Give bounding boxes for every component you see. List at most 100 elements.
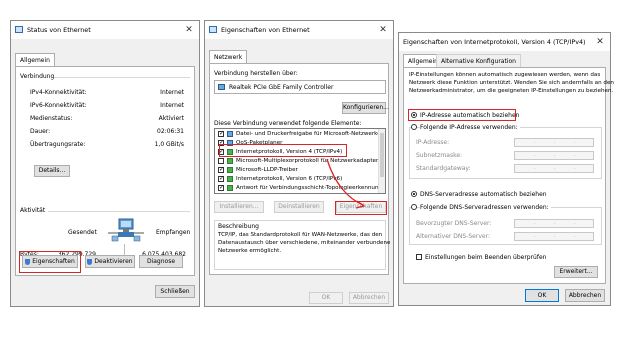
tab-strip: Netzwerk	[205, 50, 393, 64]
sent-label: Gesendet	[68, 229, 97, 236]
adapter-name: Realtek PCIe GbE Family Controller	[229, 84, 334, 91]
adapter-icon	[218, 84, 225, 90]
close-icon[interactable]: ✕	[594, 36, 606, 48]
ip-address-input[interactable]: ...	[514, 138, 594, 147]
ipv4-value: Internet	[160, 89, 184, 96]
close-button[interactable]: Schließen	[155, 285, 195, 298]
scrollbar[interactable]	[378, 129, 385, 193]
subnet-input[interactable]: ...	[514, 151, 594, 160]
checkbox[interactable]: ✓	[218, 176, 224, 182]
ipv6-label: IPv6-Konnektivität:	[30, 102, 87, 109]
advanced-button[interactable]: Erweitert...	[554, 266, 598, 278]
highlight-box	[335, 201, 387, 215]
ethernet-properties-window: Eigenschaften von Ethernet ✕ Netzwerk Ve…	[204, 20, 394, 307]
protocol-icon	[227, 158, 233, 164]
general-panel: IP-Einstellungen können automatisch zuge…	[403, 67, 614, 284]
tab-network[interactable]: Netzwerk	[209, 50, 248, 64]
disable-button[interactable]: Deaktivieren	[85, 255, 135, 268]
window-title: Eigenschaften von Internetprotokoll, Ver…	[403, 38, 586, 46]
description-line: Datenaustausch über verschiedene, mitein…	[218, 240, 391, 246]
title-bar: Eigenschaften von Ethernet ✕	[205, 21, 393, 39]
duration-label: Dauer:	[30, 128, 51, 135]
subnet-label: Subnetzmaske:	[416, 152, 463, 159]
media-label: Medienstatus:	[30, 115, 73, 122]
network-activity-icon	[108, 218, 144, 242]
intro-line: IP-Einstellungen können automatisch zuge…	[409, 72, 601, 78]
gateway-input[interactable]: ...	[514, 164, 594, 173]
ipv4-label: IPv4-Konnektivität:	[30, 89, 87, 96]
tab-general[interactable]: Allgemein	[15, 53, 55, 67]
divider	[54, 77, 190, 78]
network-icon	[15, 26, 23, 33]
description-group: Beschreibung TCP/IP, das Standardprotoko…	[214, 220, 390, 270]
ok-button[interactable]: OK	[309, 292, 343, 304]
ok-button[interactable]: OK	[525, 289, 559, 302]
title-bar: Eigenschaften von Internetprotokoll, Ver…	[399, 33, 610, 51]
uninstall-button[interactable]: Deinstallieren	[274, 201, 324, 213]
network-icon	[227, 131, 233, 137]
configure-button[interactable]: Konfigurieren...	[342, 102, 389, 114]
received-label: Empfangen	[156, 229, 191, 236]
items-label: Diese Verbindung verwendet folgende Elem…	[214, 120, 362, 127]
tab-strip: Allgemein	[11, 53, 199, 67]
window-title: Eigenschaften von Ethernet	[221, 26, 310, 34]
tab-strip: Allgemein Alternative Konfiguration	[399, 54, 610, 68]
connect-using-label: Verbindung herstellen über:	[214, 70, 298, 77]
protocol-icon	[227, 176, 233, 182]
ethernet-status-window: Status von Ethernet ✕ Allgemein Verbindu…	[10, 20, 200, 307]
details-button[interactable]: Details...	[34, 165, 70, 177]
manual-dns-radio[interactable]	[411, 204, 417, 210]
auto-dns-label: DNS-Serveradresse automatisch beziehen	[420, 191, 547, 198]
manual-ip-radio[interactable]	[411, 124, 417, 130]
close-icon[interactable]: ✕	[183, 24, 195, 36]
intro-line: Netzwerk diese Funktion unterstützt. Wen…	[409, 80, 614, 86]
duration-value: 02:06:31	[157, 128, 184, 135]
intro-line: Netzwerkadministrator, um die geeigneten…	[409, 88, 614, 94]
install-button[interactable]: Installieren...	[214, 201, 264, 213]
cancel-button[interactable]: Abbrechen	[565, 289, 605, 302]
adapter-box: Realtek PCIe GbE Family Controller	[214, 80, 386, 94]
connection-heading: Verbindung	[20, 73, 55, 80]
auto-dns-radio[interactable]	[411, 191, 417, 197]
dns-preferred-input[interactable]: ...	[514, 219, 594, 228]
network-icon	[209, 26, 217, 33]
validate-checkbox[interactable]	[416, 254, 422, 260]
tab-alternative[interactable]: Alternative Konfiguration	[436, 54, 521, 67]
dns-alternate-input[interactable]: ...	[514, 232, 594, 241]
manual-dns-label: Folgende DNS-Serveradressen verwenden:	[420, 204, 551, 211]
auto-ip-radio[interactable]	[411, 112, 417, 118]
gateway-label: Standardgateway:	[416, 165, 471, 172]
ipv4-properties-window: Eigenschaften von Internetprotokoll, Ver…	[398, 32, 614, 306]
general-panel: Verbindung IPv4-Konnektivität: Internet …	[15, 66, 195, 276]
checkbox[interactable]: ✓	[218, 167, 224, 173]
description-heading: Beschreibung	[218, 223, 259, 230]
cancel-button[interactable]: Abbrechen	[349, 292, 389, 304]
divider	[48, 211, 190, 212]
shield-icon	[87, 258, 93, 265]
activity-heading: Aktivität	[20, 207, 46, 214]
properties-button[interactable]: Eigenschaften	[22, 255, 78, 268]
validate-label: Einstellungen beim Beenden überprüfen	[425, 254, 547, 261]
speed-value: 1,0 GBit/s	[154, 141, 184, 148]
checkbox[interactable]	[218, 158, 224, 164]
protocol-icon	[227, 185, 233, 191]
auto-ip-label: IP-Adresse automatisch beziehen	[420, 112, 520, 119]
protocol-icon	[227, 167, 233, 173]
scrollbar-thumb[interactable]	[380, 133, 384, 177]
properties-button-label: Eigenschaften	[32, 258, 75, 265]
list-item-label: Datei- und Druckerfreigabe für Microsoft…	[236, 131, 381, 137]
ip-address-label: IP-Adresse:	[416, 139, 450, 146]
checkbox[interactable]: ✓	[218, 185, 224, 191]
checkbox[interactable]: ✓	[218, 131, 224, 137]
shield-icon	[25, 258, 31, 265]
ipv6-value: Internet	[160, 102, 184, 109]
speed-label: Übertragungsrate:	[30, 141, 86, 148]
close-icon[interactable]: ✕	[377, 24, 389, 36]
dns-preferred-label: Bevorzugter DNS-Server:	[416, 220, 492, 227]
list-item-label: Microsoft-LLDP-Treiber	[236, 167, 298, 173]
description-line: TCP/IP, das Standardprotokoll für WAN-Ne…	[218, 232, 383, 238]
dns-alternate-label: Alternativer DNS-Server:	[416, 233, 490, 240]
media-value: Aktiviert	[158, 115, 184, 122]
title-bar: Status von Ethernet ✕	[11, 21, 199, 39]
diagnose-button[interactable]: Diagnose	[139, 255, 183, 268]
